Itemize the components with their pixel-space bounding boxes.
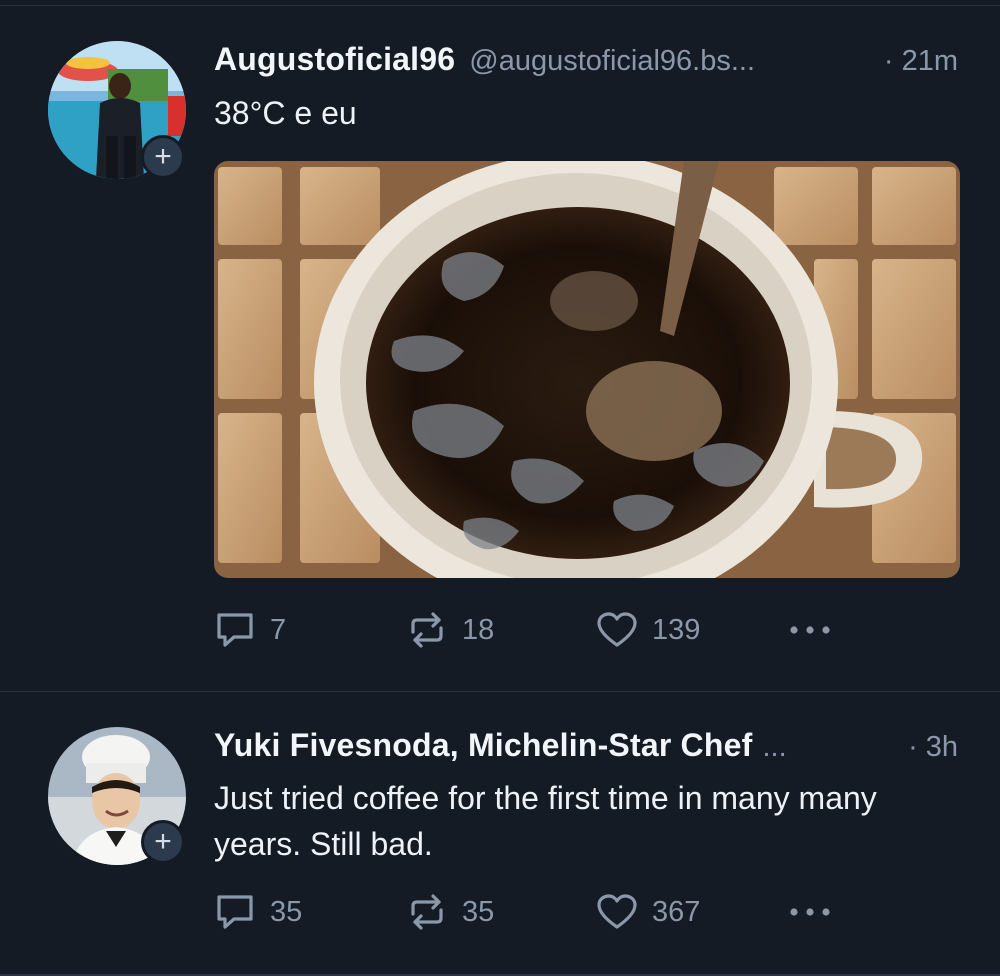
- heart-icon: [597, 894, 637, 929]
- like-button[interactable]: 139: [596, 610, 700, 650]
- repost-count: 18: [462, 613, 495, 646]
- post-image[interactable]: [214, 161, 960, 578]
- reply-button[interactable]: 35: [214, 892, 302, 932]
- separator-dot: ·: [908, 731, 918, 763]
- post-text: 38°C e eu: [214, 95, 357, 131]
- speech-bubble-icon: [217, 613, 253, 647]
- heart-icon: [597, 612, 637, 647]
- more-dots-icon: [790, 908, 830, 916]
- repost-button[interactable]: 18: [406, 610, 494, 650]
- like-button[interactable]: 367: [596, 892, 700, 932]
- post-text: Just tried coffee for the first time in …: [214, 780, 877, 862]
- reply-button[interactable]: 7: [214, 610, 286, 650]
- repost-count: 35: [462, 895, 495, 928]
- reply-count: 35: [270, 895, 303, 928]
- plus-icon: +: [154, 825, 172, 858]
- repost-arrows-icon: [411, 612, 443, 648]
- follow-button[interactable]: +: [141, 135, 185, 179]
- author-display-name[interactable]: Augustoficial96: [214, 41, 455, 78]
- more-options-button[interactable]: [786, 610, 834, 650]
- speech-bubble-icon: [217, 895, 253, 929]
- follow-button[interactable]: +: [141, 820, 185, 864]
- like-count: 367: [652, 895, 701, 928]
- repost-arrows-icon: [411, 894, 443, 930]
- post-header: Augustoficial96 @augustoficial96.bs... ·…: [214, 41, 958, 85]
- plus-icon: +: [154, 140, 172, 173]
- name-truncation: ...: [762, 731, 787, 763]
- coffee-cup-image: [214, 161, 960, 578]
- more-dots-icon: [790, 626, 830, 634]
- repost-button[interactable]: 35: [406, 892, 494, 932]
- post-header: Yuki Fivesnoda, Michelin-Star Chef ... ·…: [214, 727, 958, 771]
- reply-count: 7: [270, 613, 287, 646]
- feed-post[interactable]: + Yuki Fivesnoda, Michelin-Star Chef ...…: [0, 692, 1000, 974]
- feed-post[interactable]: + Augustoficial96 @augustoficial96.bs...…: [0, 6, 1000, 691]
- more-options-button[interactable]: [786, 892, 834, 932]
- post-timestamp[interactable]: 21m: [902, 45, 958, 78]
- post-actions: 35 35 367: [214, 892, 854, 932]
- author-display-name[interactable]: Yuki Fivesnoda, Michelin-Star Chef: [214, 727, 752, 764]
- like-count: 139: [652, 613, 701, 646]
- author-handle[interactable]: @augustoficial96.bs...: [469, 45, 755, 78]
- separator-dot: ·: [883, 45, 894, 77]
- post-timestamp[interactable]: 3h: [926, 731, 958, 764]
- post-actions: 7 18 139: [214, 610, 854, 650]
